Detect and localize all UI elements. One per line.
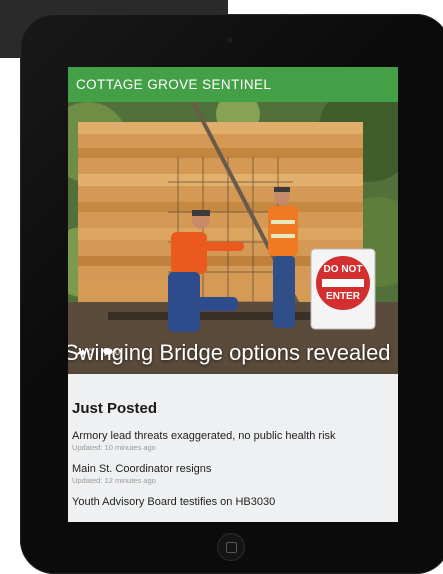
home-button-icon xyxy=(225,541,237,553)
list-item[interactable]: Armory lead threats exaggerated, no publ… xyxy=(72,429,398,453)
story-headline[interactable]: Armory lead threats exaggerated, no publ… xyxy=(72,429,398,443)
hero-photo: DO NOT ENTER xyxy=(68,102,398,374)
app-screen: COTTAGE GROVE SENTINEL DO NOT ENTER Swin… xyxy=(68,67,398,522)
share-count-value: 0 xyxy=(88,347,94,357)
just-posted-section: Just Posted Armory lead threats exaggera… xyxy=(68,374,398,509)
story-headline[interactable]: Youth Advisory Board testifies on HB3030 xyxy=(72,495,398,509)
sign-text-line2: ENTER xyxy=(326,291,361,302)
comment-count[interactable]: 0 xyxy=(103,347,120,357)
share-icon xyxy=(76,349,86,356)
camera-icon xyxy=(227,37,233,43)
just-posted-title: Just Posted xyxy=(72,400,158,417)
masthead-title[interactable]: COTTAGE GROVE SENTINEL xyxy=(76,77,271,92)
share-count[interactable]: 0 xyxy=(76,347,93,357)
hero-story[interactable]: DO NOT ENTER Swinging Bridge options rev… xyxy=(68,102,398,374)
story-headline[interactable]: Main St. Coordinator resigns xyxy=(72,462,398,476)
list-item[interactable]: Main St. Coordinator resigns Updated: 12… xyxy=(72,462,398,486)
hero-meta: 0 0 xyxy=(76,347,120,357)
list-item[interactable]: Youth Advisory Board testifies on HB3030 xyxy=(72,495,398,509)
story-updated: Updated: 12 minutes ago xyxy=(72,476,156,485)
comment-icon xyxy=(103,348,113,356)
story-updated: Updated: 10 minutes ago xyxy=(72,443,156,452)
home-button[interactable] xyxy=(217,533,245,561)
comment-count-value: 0 xyxy=(115,347,121,357)
sign-text-line1: DO NOT xyxy=(324,264,363,275)
masthead[interactable]: COTTAGE GROVE SENTINEL xyxy=(68,67,398,102)
